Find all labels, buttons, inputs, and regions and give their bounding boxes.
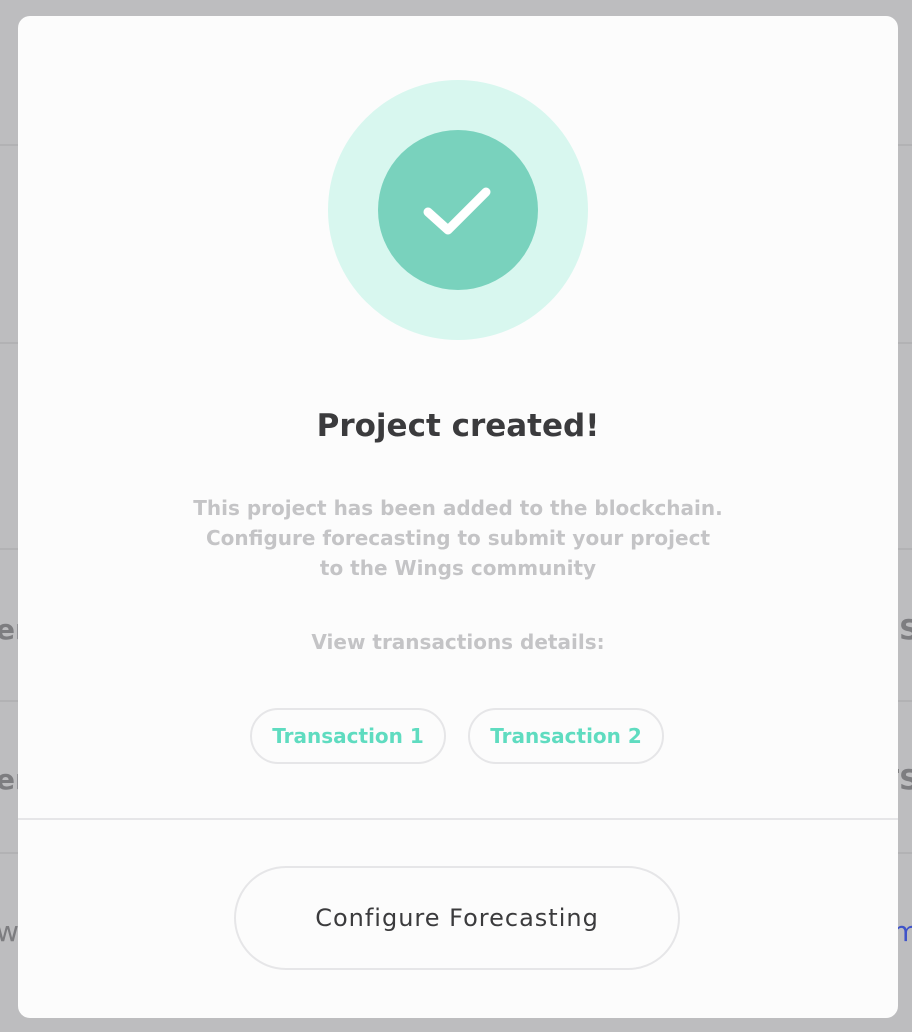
success-modal: Project created! This project has been a… [18,16,898,1018]
success-circle [378,130,538,290]
modal-footer-divider [18,818,898,820]
transaction-1-button[interactable]: Transaction 1 [250,708,446,764]
modal-title: Project created! [316,408,600,444]
transaction-2-button[interactable]: Transaction 2 [468,708,664,764]
description-line: Configure forecasting to submit your pro… [205,526,711,550]
description-line: to the Wings community [319,556,597,580]
modal-description: This project has been added to the block… [18,493,898,583]
configure-forecasting-button[interactable]: Configure Forecasting [234,866,680,970]
view-transactions-label: View transactions details: [311,630,605,654]
success-halo [328,80,588,340]
description-line: This project has been added to the block… [193,496,723,520]
check-icon [423,187,491,235]
